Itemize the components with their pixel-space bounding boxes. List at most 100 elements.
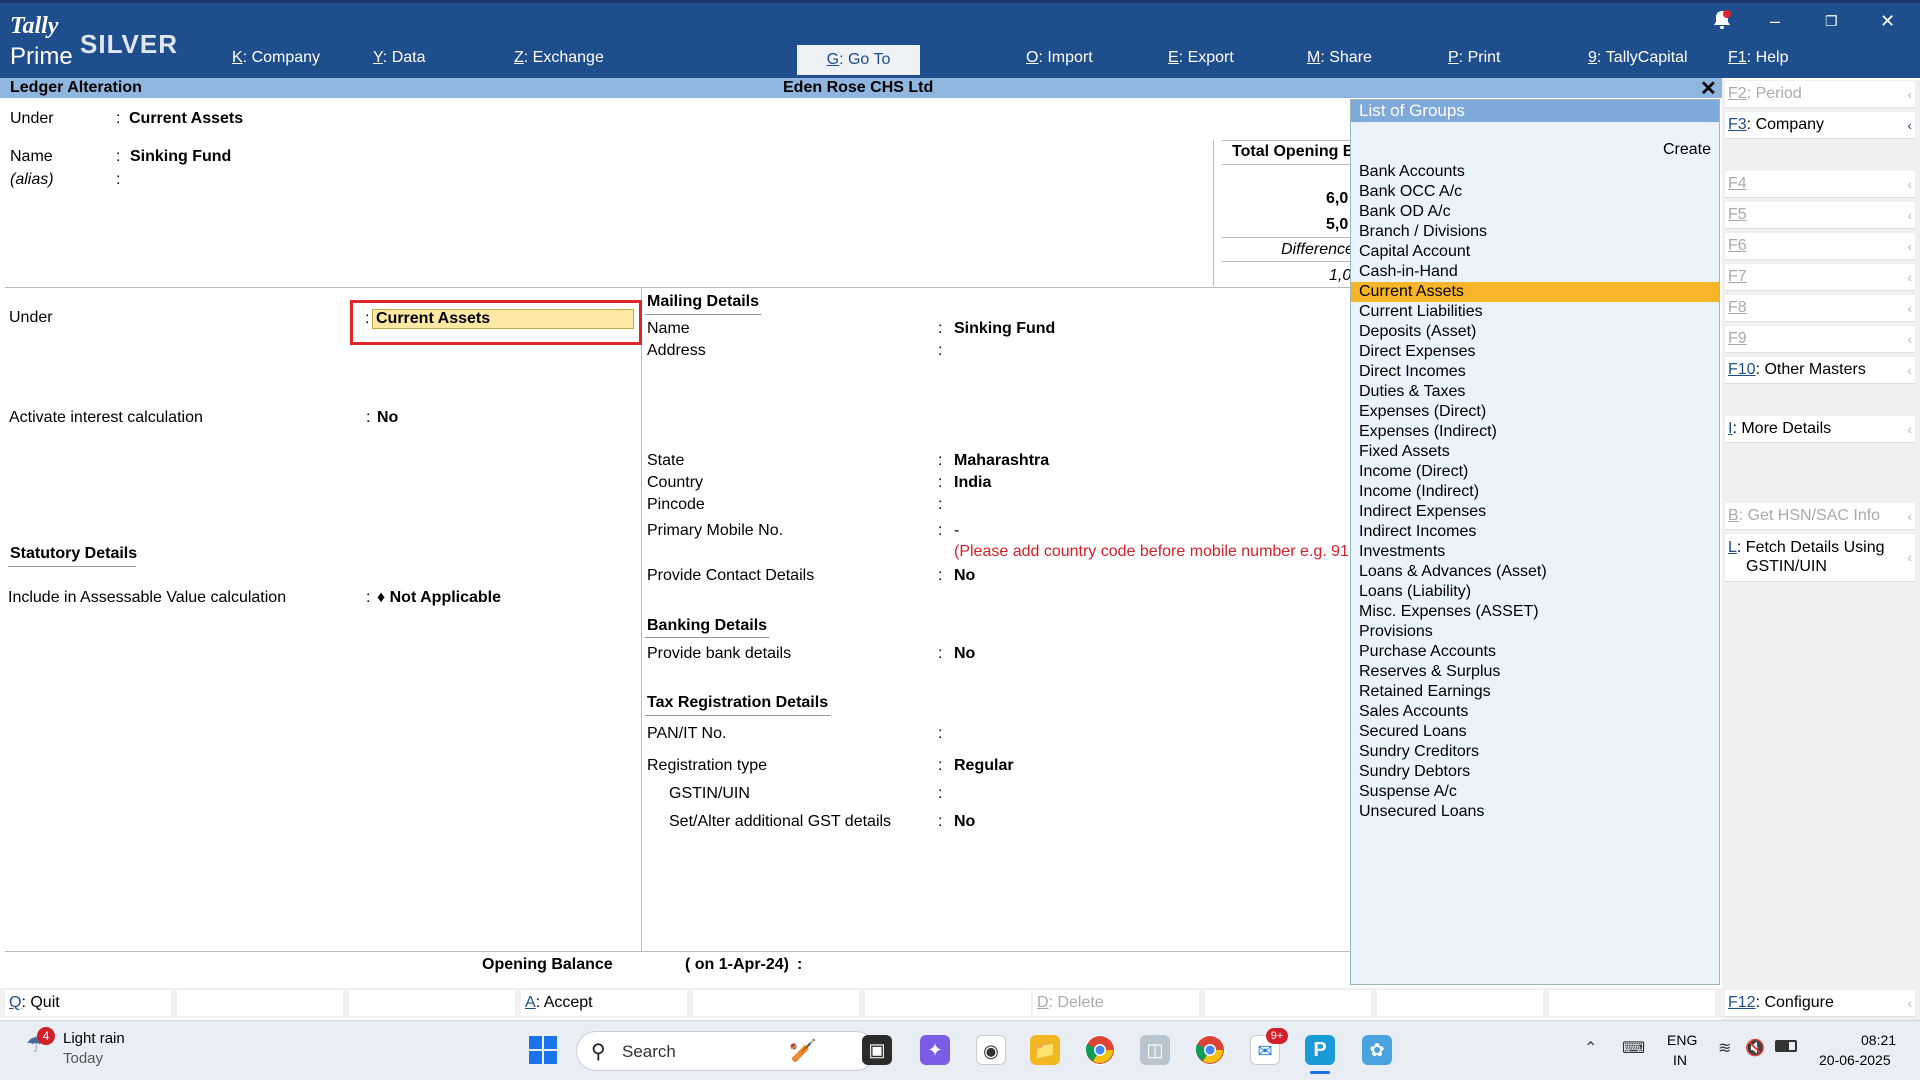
country-value[interactable]: India bbox=[954, 474, 991, 492]
f5-button[interactable]: F5 ‹ bbox=[1725, 202, 1915, 229]
tallyprime-icon[interactable]: P bbox=[1305, 1035, 1335, 1065]
f6-button[interactable]: F6 ‹ bbox=[1725, 233, 1915, 260]
group-list-item[interactable]: Current Liabilities bbox=[1351, 302, 1719, 322]
group-list-item[interactable]: Secured Loans bbox=[1351, 722, 1719, 742]
interest-value[interactable]: No bbox=[377, 409, 398, 427]
fetch-gstin-button[interactable]: L: Fetch Details Using GSTIN/UIN ‹ bbox=[1725, 534, 1915, 582]
group-list-item[interactable]: Direct Expenses bbox=[1351, 342, 1719, 362]
bottom-empty-button[interactable] bbox=[693, 990, 859, 1016]
menu-help[interactable]: F1: Help bbox=[1728, 49, 1788, 67]
state-value[interactable]: Maharashtra bbox=[954, 452, 1049, 470]
menu-data[interactable]: Y: Data bbox=[373, 49, 425, 67]
bottom-empty-button[interactable] bbox=[349, 990, 515, 1016]
regtype-value[interactable]: Regular bbox=[954, 757, 1014, 775]
chevron-up-icon[interactable]: ⌃ bbox=[1584, 1038, 1597, 1058]
group-list-item[interactable]: Investments bbox=[1351, 542, 1719, 562]
header-under-value[interactable]: Current Assets bbox=[129, 110, 243, 128]
wifi-icon[interactable]: ≋ bbox=[1718, 1038, 1731, 1058]
bottom-empty-button[interactable] bbox=[1205, 990, 1371, 1016]
app-icon[interactable]: ◫ bbox=[1140, 1035, 1170, 1065]
group-list-item[interactable]: Reserves & Surplus bbox=[1351, 662, 1719, 682]
menu-print[interactable]: P: Print bbox=[1448, 49, 1500, 67]
group-list-item[interactable]: Bank OD A/c bbox=[1351, 202, 1719, 222]
f9-button[interactable]: F9 ‹ bbox=[1725, 326, 1915, 353]
f2-period-button[interactable]: F2: Period ‹ bbox=[1725, 81, 1915, 108]
group-list-item[interactable]: Misc. Expenses (ASSET) bbox=[1351, 602, 1719, 622]
mobile-value[interactable]: - bbox=[954, 522, 959, 540]
group-list-item[interactable]: Provisions bbox=[1351, 622, 1719, 642]
group-list-item[interactable]: Sundry Creditors bbox=[1351, 742, 1719, 762]
group-list-item[interactable]: Capital Account bbox=[1351, 242, 1719, 262]
window-close-icon[interactable]: ✕ bbox=[1880, 11, 1895, 32]
mailing-name-value[interactable]: Sinking Fund bbox=[954, 320, 1055, 338]
app-icon[interactable]: ✿ bbox=[1362, 1035, 1392, 1065]
group-list-item[interactable]: Loans (Liability) bbox=[1351, 582, 1719, 602]
delete-button[interactable]: D: Delete bbox=[1033, 990, 1199, 1016]
create-group-button[interactable]: Create bbox=[1663, 141, 1711, 159]
menu-company[interactable]: K: Company bbox=[232, 49, 320, 67]
assessable-value[interactable]: ♦ Not Applicable bbox=[377, 589, 501, 607]
accept-button[interactable]: A: Accept bbox=[521, 990, 687, 1016]
group-list-item[interactable]: Indirect Expenses bbox=[1351, 502, 1719, 522]
under-input[interactable]: Current Assets bbox=[372, 309, 634, 329]
group-list-item[interactable]: Expenses (Direct) bbox=[1351, 402, 1719, 422]
group-list-item[interactable]: Duties & Taxes bbox=[1351, 382, 1719, 402]
group-list-item[interactable]: Fixed Assets bbox=[1351, 442, 1719, 462]
windows-start-icon[interactable] bbox=[528, 1035, 558, 1065]
bottom-empty-button[interactable] bbox=[865, 990, 1031, 1016]
group-list-item[interactable]: Indirect Incomes bbox=[1351, 522, 1719, 542]
group-list-item[interactable]: Direct Incomes bbox=[1351, 362, 1719, 382]
battery-icon[interactable] bbox=[1775, 1040, 1797, 1052]
group-list-item[interactable]: Expenses (Indirect) bbox=[1351, 422, 1719, 442]
weather-title[interactable]: Light rain bbox=[63, 1030, 125, 1047]
keyboard-icon[interactable]: ⌨ bbox=[1622, 1038, 1645, 1058]
f10-other-masters-button[interactable]: F10: Other Masters ‹ bbox=[1725, 357, 1915, 384]
group-list-item[interactable]: Sales Accounts bbox=[1351, 702, 1719, 722]
ledger-name-value[interactable]: Sinking Fund bbox=[130, 148, 231, 166]
group-list-item[interactable]: Bank Accounts bbox=[1351, 162, 1719, 182]
more-details-button[interactable]: I: More Details ‹ bbox=[1725, 416, 1915, 443]
language-code[interactable]: ENG bbox=[1667, 1032, 1697, 1048]
group-list-item[interactable]: Unsecured Loans bbox=[1351, 802, 1719, 822]
f7-button[interactable]: F7 ‹ bbox=[1725, 264, 1915, 291]
group-list-item[interactable]: Branch / Divisions bbox=[1351, 222, 1719, 242]
group-list-item[interactable]: Purchase Accounts bbox=[1351, 642, 1719, 662]
get-hsn-button[interactable]: B: Get HSN/SAC Info ‹ bbox=[1725, 503, 1915, 530]
bank-value[interactable]: No bbox=[954, 645, 975, 663]
group-list-item[interactable]: Sundry Debtors bbox=[1351, 762, 1719, 782]
f4-button[interactable]: F4 ‹ bbox=[1725, 171, 1915, 198]
minimize-icon[interactable]: – bbox=[1770, 11, 1780, 32]
contact-value[interactable]: No bbox=[954, 567, 975, 585]
group-list-item[interactable]: Deposits (Asset) bbox=[1351, 322, 1719, 342]
group-list-item[interactable]: Retained Earnings bbox=[1351, 682, 1719, 702]
chrome-profile-icon[interactable] bbox=[1195, 1035, 1225, 1065]
bottom-empty-button[interactable] bbox=[177, 990, 343, 1016]
taskbar-search-box[interactable]: ⚲ Search 🏏 bbox=[576, 1031, 876, 1071]
f12-configure-button[interactable]: F12: Configure ‹ bbox=[1725, 990, 1915, 1017]
quit-button[interactable]: Q: Quit bbox=[5, 990, 171, 1016]
addl-gst-value[interactable]: No bbox=[954, 813, 975, 831]
group-list-item[interactable]: Loans & Advances (Asset) bbox=[1351, 562, 1719, 582]
menu-share[interactable]: M: Share bbox=[1307, 49, 1372, 67]
bottom-empty-button[interactable] bbox=[1549, 990, 1715, 1016]
close-screen-icon[interactable]: ✕ bbox=[1700, 76, 1717, 101]
copilot-icon[interactable]: ✦ bbox=[920, 1035, 950, 1065]
f3-company-button[interactable]: F3: Company ‹ bbox=[1725, 112, 1915, 139]
file-explorer-icon[interactable]: 📁 bbox=[1030, 1035, 1060, 1065]
bell-icon[interactable] bbox=[1712, 9, 1732, 36]
clock-time[interactable]: 08:21 bbox=[1861, 1032, 1896, 1048]
group-list-item[interactable]: Income (Direct) bbox=[1351, 462, 1719, 482]
group-list-item[interactable]: Current Assets bbox=[1351, 282, 1719, 302]
speaker-muted-icon[interactable]: 🔇 bbox=[1745, 1038, 1765, 1058]
restore-icon[interactable]: ❐ bbox=[1825, 13, 1838, 30]
menu-tallycapital[interactable]: 9: TallyCapital bbox=[1588, 49, 1688, 67]
menu-export[interactable]: E: Export bbox=[1168, 49, 1234, 67]
group-list-item[interactable]: Income (Indirect) bbox=[1351, 482, 1719, 502]
group-list-item[interactable]: Suspense A/c bbox=[1351, 782, 1719, 802]
f8-button[interactable]: F8 ‹ bbox=[1725, 295, 1915, 322]
group-list-item[interactable]: Cash-in-Hand bbox=[1351, 262, 1719, 282]
group-list-item[interactable]: Bank OCC A/c bbox=[1351, 182, 1719, 202]
menu-import[interactable]: O: Import bbox=[1026, 49, 1093, 67]
menu-exchange[interactable]: Z: Exchange bbox=[514, 49, 604, 67]
menu-goto[interactable]: G: Go To bbox=[797, 45, 920, 75]
